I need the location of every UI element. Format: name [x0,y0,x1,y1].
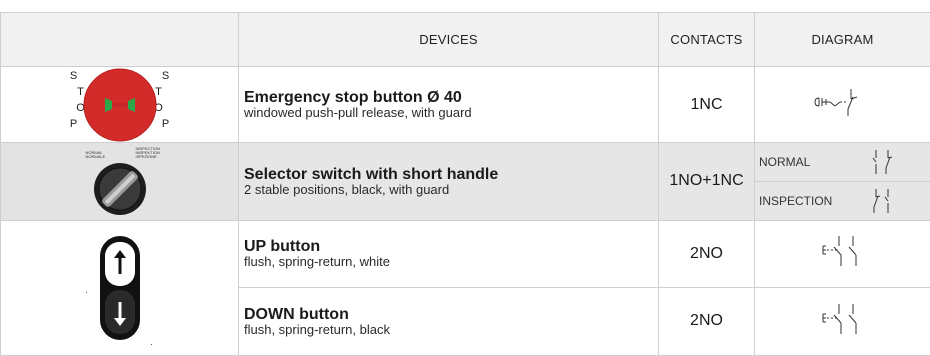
device-contacts: 1NO+1NC [658,142,755,221]
device-subtitle: windowed push-pull release, with guard [244,105,472,121]
table-header-row: DEVICES CONTACTS DIAGRAM [0,11,930,68]
device-title: Emergency stop button Ø 40 [244,89,462,107]
header-contacts: CONTACTS [658,11,755,68]
double-button-graphic [85,235,152,345]
selector-switch-image-cell: NORMAL NORMALE INSPECTION INSPEKTION ISP… [0,142,239,221]
emergency-stop-icon: S T O P S T O P [65,67,175,143]
header-diagram: DIAGRAM [754,11,930,68]
table-row-selector-switch: NORMAL NORMALE INSPECTION INSPEKTION ISP… [0,142,930,221]
inspection-position-diagram-icon [873,189,889,214]
no-pushbutton-diagram-icon [822,303,856,334]
device-contacts: 1NC [658,66,755,144]
up-button-description: UP button flush, spring-return, white [238,219,659,288]
header-image-cell [0,11,239,68]
device-contacts: 2NO [658,219,755,288]
device-title: UP button [244,238,321,256]
normal-position-diagram-icon [872,150,893,175]
position-inspection-cell: INSPECTION [754,181,930,221]
device-subtitle: flush, spring-return, white [244,254,390,270]
emergency-stop-image-cell: S T O P S T O P [0,66,239,144]
up-down-button-icon [85,226,155,350]
up-down-button-image-cell [0,219,239,356]
device-title: DOWN button [244,305,349,323]
position-label: INSPECTION [759,194,833,209]
device-title: Selector switch with short handle [244,165,499,183]
emergency-stop-description: Emergency stop button Ø 40 windowed push… [238,66,659,144]
down-button-diagram-cell [754,286,930,356]
stop-button-graphic [83,68,156,142]
selector-switch-description: Selector switch with short handle 2 stab… [238,142,659,221]
position-normal-cell: NORMAL [754,142,930,183]
table-row-emergency-stop: S T O P S T O P Emergency stop button Ø … [0,66,930,144]
selector-switch-icon: NORMAL NORMALE INSPECTION INSPEKTION ISP… [60,144,180,218]
selector-knob-graphic [93,163,146,216]
nc-mushroom-diagram-icon [813,89,857,117]
no-pushbutton-diagram-icon [822,236,856,267]
device-subtitle: flush, spring-return, black [244,321,390,337]
device-subtitle: 2 stable positions, black, with guard [244,181,450,197]
device-contacts: 2NO [658,286,755,356]
position-label: NORMAL [759,155,811,170]
down-button-description: DOWN button flush, spring-return, black [238,286,659,356]
table-row-up-button: UP button flush, spring-return, white 2N… [0,219,930,356]
emergency-stop-diagram-cell [754,66,930,144]
devices-table-frame: DEVICES CONTACTS DIAGRAM S T O P S T O P [0,0,930,356]
devices-table: DEVICES CONTACTS DIAGRAM S T O P S T O P [0,11,930,356]
up-button-diagram-cell [754,219,930,288]
header-devices: DEVICES [238,11,659,68]
